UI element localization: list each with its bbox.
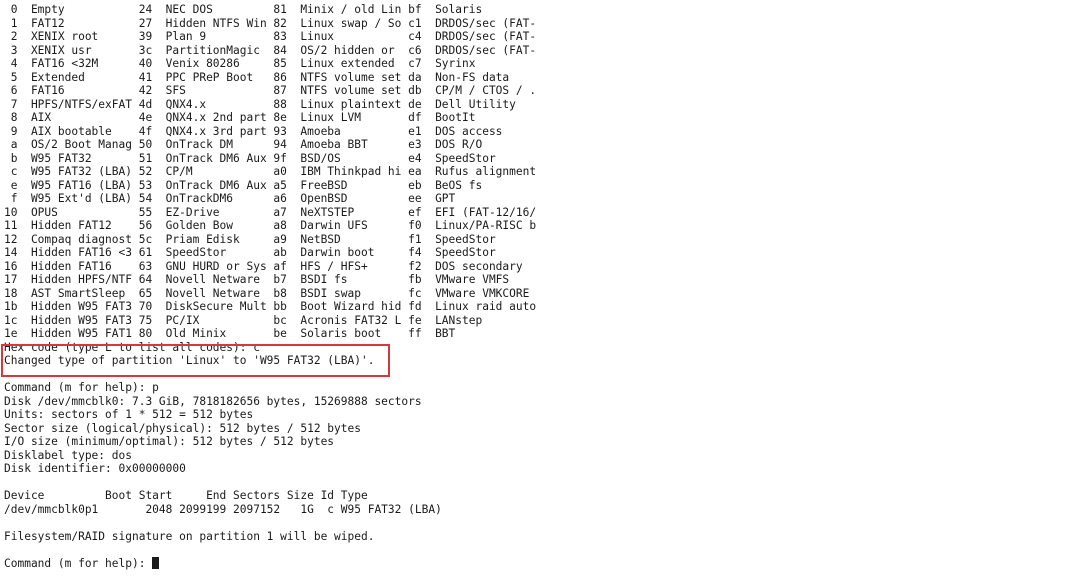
partition-type-row: 12 Compaq diagnost 5c Priam Edisk a9 Net… <box>4 232 496 246</box>
partition-type-row: 4 FAT16 <32M 40 Venix 80286 85 Linux ext… <box>4 57 476 70</box>
terminal-output[interactable]: 0 Empty 24 NEC DOS 81 Minix / old Lin bf… <box>4 3 1074 570</box>
partition-type-row: 5 Extended 41 PPC PReP Boot 86 NTFS volu… <box>4 70 510 84</box>
partition-type-row: 10 OPUS 55 EZ-Drive a7 NeXTSTEP ef EFI (… <box>4 205 537 219</box>
partition-type-row: e W95 FAT16 (LBA) 53 OnTrack DM6 Aux a5 … <box>4 178 483 192</box>
partition-type-row: f W95 Ext'd (LBA) 54 OnTrackDM6 a6 OpenB… <box>4 192 456 205</box>
partition-type-row: 7 HPFS/NTFS/exFAT 4d QNX4.x 88 Linux pla… <box>4 97 516 111</box>
wipe-warning: Filesystem/RAID signature on partition 1… <box>4 529 375 543</box>
sector-size-info: Sector size (logical/physical): 512 byte… <box>4 421 361 435</box>
units-info: Units: sectors of 1 * 512 = 512 bytes <box>4 408 254 421</box>
disk-identifier-info: Disk identifier: 0x00000000 <box>4 462 186 475</box>
partition-type-row: 1b Hidden W95 FAT3 70 DiskSecure Mult bb… <box>4 300 537 313</box>
partition-type-row: c W95 FAT32 (LBA) 52 CP/M a0 IBM Thinkpa… <box>4 165 537 178</box>
partition-type-list: 0 Empty 24 NEC DOS 81 Minix / old Lin bf… <box>4 3 1074 341</box>
partition-type-row: 8 AIX 4e QNX4.x 2nd part 8e Linux LVM df… <box>4 111 476 124</box>
disklabel-info: Disklabel type: dos <box>4 448 132 462</box>
partition-type-row: 11 Hidden FAT12 56 Golden Bow a8 Darwin … <box>4 219 537 232</box>
io-size-info: I/O size (minimum/optimal): 512 bytes / … <box>4 435 335 448</box>
partition-type-row: 6 FAT16 42 SFS 87 NTFS volume set db CP/… <box>4 84 537 97</box>
hex-code-prompt: Hex code (type L to list all codes): c <box>4 340 260 354</box>
disk-info: Disk /dev/mmcblk0: 7.3 GiB, 7818182656 b… <box>4 394 422 408</box>
partition-type-row: 0 Empty 24 NEC DOS 81 Minix / old Lin bf… <box>4 3 483 16</box>
partition-type-row: 1 FAT12 27 Hidden NTFS Win 82 Linux swap… <box>4 16 537 30</box>
partition-type-row: 18 AST SmartSleep 65 Novell Netware b8 B… <box>4 286 530 300</box>
partition-table-header: Device Boot Start End Sectors Size Id Ty… <box>4 489 368 502</box>
partition-type-row: a OS/2 Boot Manag 50 OnTrack DM 94 Amoeb… <box>4 138 483 151</box>
partition-type-row: 16 Hidden FAT16 63 GNU HURD or Sys af HF… <box>4 259 523 273</box>
partition-type-row: b W95 FAT32 51 OnTrack DM6 Aux 9f BSD/OS… <box>4 151 496 165</box>
partition-type-row: 2 XENIX root 39 Plan 9 83 Linux c4 DRDOS… <box>4 30 537 43</box>
command-print: Command (m for help): p <box>4 381 159 394</box>
changed-type-message: Changed type of partition 'Linux' to 'W9… <box>4 354 375 367</box>
partition-type-row: 9 AIX bootable 4f QNX4.x 3rd part 93 Amo… <box>4 124 503 138</box>
command-prompt-line[interactable]: Command (m for help): <box>4 556 1074 571</box>
partition-type-row: 1e Hidden W95 FAT1 80 Old Minix be Solar… <box>4 327 456 340</box>
partition-type-row: 3 XENIX usr 3c PartitionMagic 84 OS/2 hi… <box>4 43 537 57</box>
partition-type-row: 17 Hidden HPFS/NTF 64 Novell Netware b7 … <box>4 273 510 286</box>
command-prompt: Command (m for help): <box>4 556 153 570</box>
partition-table-row: /dev/mmcblk0p1 2048 2099199 2097152 1G c… <box>4 502 442 516</box>
partition-type-row: 14 Hidden FAT16 <3 61 SpeedStor ab Darwi… <box>4 246 496 259</box>
partition-type-row: 1c Hidden W95 FAT3 75 PC/IX bc Acronis F… <box>4 313 483 327</box>
text-cursor <box>152 556 160 569</box>
